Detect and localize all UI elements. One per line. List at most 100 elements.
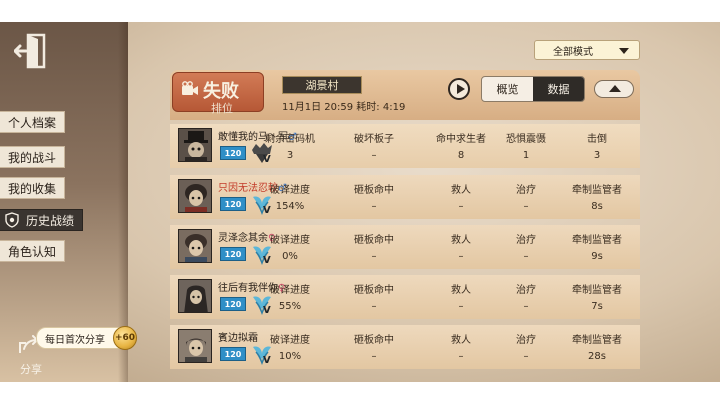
- map-name: 湖景村: [305, 79, 339, 92]
- tab-overview[interactable]: 概览: [482, 77, 533, 101]
- stat-label: 命中求生者: [436, 134, 486, 145]
- stat-value: –: [458, 201, 464, 212]
- sidebar-item-my-collection[interactable]: 我的收集: [0, 177, 66, 199]
- player-row[interactable]: 往后有我伴你♀ 120 V 破译进度 55% 砸板命中 – 救人 – 治疗 – …: [170, 275, 640, 319]
- stat-label: 破译进度: [270, 185, 310, 196]
- stat-label: 救人: [451, 285, 471, 296]
- tab-label: 数据: [547, 83, 570, 96]
- stat-value: –: [371, 251, 377, 262]
- avatar: [178, 279, 212, 313]
- view-tabs: 概览 数据: [481, 76, 585, 102]
- stat-label: 破译进度: [270, 285, 310, 296]
- film-camera-icon: [182, 81, 198, 95]
- stat-value: 154%: [275, 201, 305, 212]
- duration-label: 耗时:: [356, 102, 380, 113]
- stat-label: 砸板命中: [354, 335, 394, 346]
- stat-label: 牵制监管者: [572, 335, 622, 346]
- sidebar-item-profile[interactable]: 个人档案: [0, 111, 66, 133]
- result-badge: 失败 排位: [172, 72, 264, 115]
- stat-value: 3: [593, 150, 601, 161]
- shield-icon: [5, 212, 19, 228]
- avatar: [178, 229, 212, 263]
- sidebar-item-label: 我的战斗: [8, 150, 57, 165]
- mode-select[interactable]: 全部模式: [534, 40, 640, 60]
- stat-value: 55%: [278, 301, 302, 312]
- match-header: 失败 排位 湖景村 11月1日 20:59 耗时: 4:19 概览 数据: [170, 70, 640, 120]
- stat-label: 救人: [451, 235, 471, 246]
- sidebar-item-character-cognition[interactable]: 角色认知: [0, 240, 66, 262]
- player-name: 賓边拟霜: [218, 333, 258, 344]
- stat-label: 砸板命中: [354, 285, 394, 296]
- stat-label: 救人: [451, 185, 471, 196]
- sidebar-item-label: 个人档案: [8, 115, 57, 130]
- stat-value: –: [523, 251, 529, 262]
- stat-label: 治疗: [516, 185, 536, 196]
- survivor-portrait-icon: [179, 230, 211, 262]
- stat-label: 击倒: [587, 134, 607, 145]
- stat-label: 牵制监管者: [572, 285, 622, 296]
- match-duration: 4:19: [382, 102, 406, 113]
- collapse-button[interactable]: [594, 80, 634, 98]
- match-detail-panel: 失败 排位 湖景村 11月1日 20:59 耗时: 4:19 概览 数据 敢懂我…: [170, 70, 640, 382]
- sidebar-item-label: 历史战绩: [26, 213, 75, 228]
- survivor-portrait-icon: [179, 180, 211, 212]
- tab-data[interactable]: 数据: [533, 77, 584, 101]
- stat-label: 破坏板子: [354, 134, 394, 145]
- stat-value: –: [458, 351, 464, 362]
- player-row[interactable]: 只因无法忍較♂ 120 V 破译进度 154% 砸板命中 – 救人 – 治疗 –…: [170, 175, 640, 219]
- player-row[interactable]: 灵泽念其余♀ 120 V 破译进度 0% 砸板命中 – 救人 – 治疗 – 牵制…: [170, 225, 640, 269]
- stat-value: 0%: [282, 251, 298, 262]
- chevron-down-icon: [619, 48, 629, 54]
- stat-label: 破译进度: [270, 335, 310, 346]
- stat-label: 牵制监管者: [572, 235, 622, 246]
- stat-label: 砸板命中: [354, 235, 394, 246]
- avatar: [178, 179, 212, 213]
- match-meta: 11月1日 20:59 耗时: 4:19: [282, 98, 405, 113]
- stat-value: –: [523, 301, 529, 312]
- stat-label: 救人: [451, 335, 471, 346]
- survivor-portrait-icon: [179, 280, 211, 312]
- stat-value: 28s: [588, 351, 606, 362]
- level-badge: 120: [220, 197, 246, 211]
- stat-value: 8: [457, 150, 465, 161]
- chevron-up-icon: [609, 85, 621, 92]
- level-badge: 120: [220, 347, 246, 361]
- share-label[interactable]: 分享: [20, 361, 42, 377]
- stat-value: 8s: [591, 201, 603, 212]
- stat-value: –: [371, 301, 377, 312]
- replay-button[interactable]: [448, 78, 470, 100]
- coin-reward-value: +60: [114, 333, 136, 343]
- game-scene: 个人档案 我的战斗 我的收集 历史战绩 角色认知 分享 每日首次分享 +60 全…: [0, 22, 720, 382]
- stat-value: 3: [286, 150, 294, 161]
- stat-label: 破译进度: [270, 235, 310, 246]
- stat-value: 9s: [591, 251, 603, 262]
- sidebar-item-match-history[interactable]: 历史战绩: [0, 209, 84, 231]
- sidebar-item-label: 我的收集: [8, 181, 57, 196]
- exit-door-icon[interactable]: [14, 33, 46, 69]
- stat-label: 剩余密码机: [265, 134, 315, 145]
- stat-value: 7s: [591, 301, 603, 312]
- stat-value: –: [523, 351, 529, 362]
- stat-value: –: [458, 301, 464, 312]
- sidebar-item-my-battles[interactable]: 我的战斗: [0, 146, 66, 168]
- stat-value: –: [371, 201, 377, 212]
- avatar: [178, 128, 212, 162]
- player-row[interactable]: 敢懂我的马丶军♂ 120 V 剩余密码机 3 破坏板子 – 命中求生者 8 恐惧…: [170, 124, 640, 168]
- daily-share-text: 每日首次分享: [45, 334, 105, 346]
- daily-share-bubble[interactable]: 每日首次分享 +60: [36, 326, 137, 350]
- sidebar-item-label: 角色认知: [8, 244, 57, 259]
- level-badge: 120: [220, 297, 246, 311]
- hunter-portrait-icon: [179, 129, 211, 161]
- level-badge: 120: [220, 146, 246, 160]
- stat-label: 治疗: [516, 235, 536, 246]
- share-area: 分享 每日首次分享 +60: [16, 326, 137, 377]
- stat-label: 治疗: [516, 285, 536, 296]
- level-badge: 120: [220, 247, 246, 261]
- stat-value: –: [371, 150, 377, 161]
- stat-label: 牵制监管者: [572, 185, 622, 196]
- coin-reward-icon: +60: [113, 326, 137, 350]
- player-row[interactable]: 賓边拟霜 120 V 破译进度 10% 砸板命中 – 救人 – 治疗 – 牵制监…: [170, 325, 640, 369]
- play-icon: [457, 84, 465, 94]
- match-datetime: 11月1日 20:59: [282, 102, 354, 113]
- stat-value: 10%: [278, 351, 302, 362]
